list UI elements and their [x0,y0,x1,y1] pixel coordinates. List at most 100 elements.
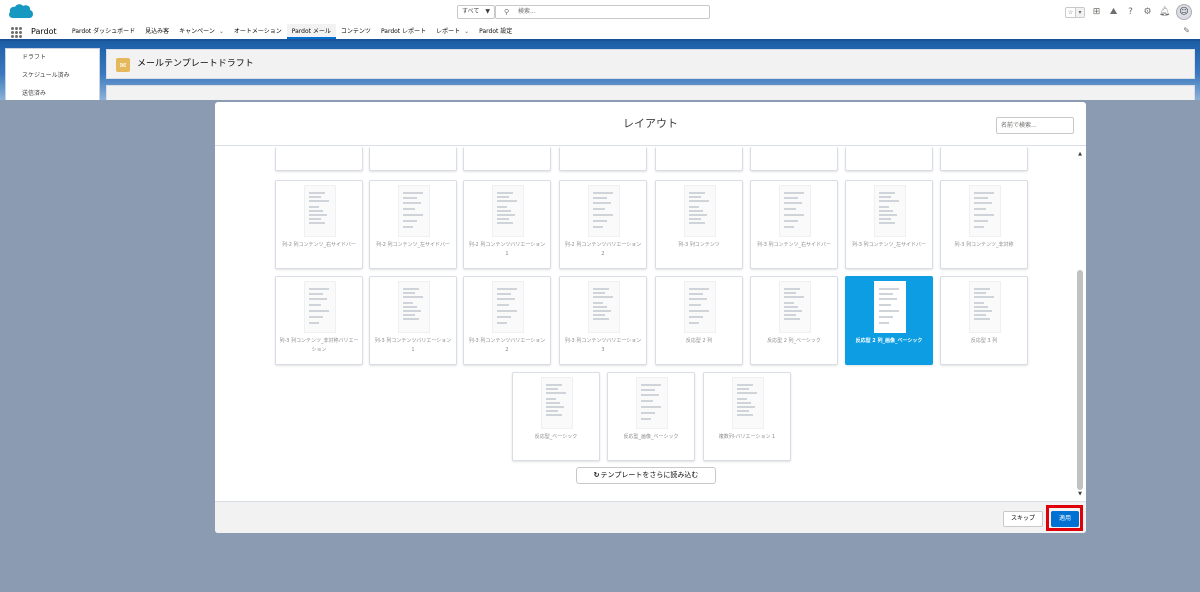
nav-item[interactable]: レポート ⌄ [431,24,474,39]
template-tile[interactable]: 列-2 列コンテンツバリエーション 1 [463,180,551,269]
template-thumbnail [969,281,1001,333]
template-thumbnail [874,185,906,237]
template-tile[interactable]: 反応型_ベーシック [512,372,600,461]
template-tile-label: 列-3 列コンテンツ [678,242,720,248]
template-tile-label: 列-2 列コンテンツ_右サイドバー [281,242,357,248]
sidebar-item[interactable]: スケジュール済み [6,67,99,85]
sidebar-item[interactable]: ドラフト [6,49,99,67]
load-more-templates-button[interactable]: ↻テンプレートをさらに読み込む [576,467,716,484]
scroll-up-icon[interactable]: ▲ [1076,150,1084,158]
template-tile[interactable]: 列-2 列コンテンツ_右サイドバー [275,180,363,269]
template-tile[interactable]: 列-2 列コンテンツバリエーション 2 [559,180,647,269]
favorites-menu-icon[interactable]: ▾ [1075,7,1084,17]
template-tile[interactable]: 反応型 2 列_画像_ベーシック [845,276,933,365]
template-tile[interactable] [940,147,1028,171]
template-thumbnail [492,185,524,237]
global-search-input[interactable]: ⚲ 検索... [495,5,710,19]
template-tile[interactable]: 反応型 2 列 [655,276,743,365]
template-tile[interactable] [845,147,933,171]
apply-button-highlight [1046,505,1083,531]
nav-item[interactable]: Pardot レポート [376,24,431,39]
edit-nav-icon[interactable]: ✎ [1183,26,1190,35]
template-tile[interactable] [559,147,647,171]
template-tile[interactable] [463,147,551,171]
nav-item[interactable]: 見込み客 [140,24,174,39]
template-search-input[interactable]: 名前で検索... [996,117,1074,134]
nav-item-label: Pardot ダッシュボード [72,28,136,35]
template-tile[interactable]: 列-3 列コンテンツ_非対称 [940,180,1028,269]
nav-item-label: コンテンツ [340,28,371,35]
favorites-group[interactable]: ☆ ▾ [1065,6,1085,18]
salesforce-logo[interactable] [8,3,34,20]
template-tile[interactable]: 列-2 列コンテンツ_左サイドバー [369,180,457,269]
template-tile[interactable] [750,147,838,171]
template-thumbnail [779,185,811,237]
template-thumbnail [398,281,430,333]
global-add-icon[interactable]: ⊞ [1091,7,1102,18]
star-icon[interactable]: ☆ [1066,8,1075,17]
template-tile[interactable]: 反応型 3 列 [940,276,1028,365]
template-tile[interactable] [655,147,743,171]
template-tile-label: 列-3 列コンテンツバリエーション 2 [468,338,546,353]
template-thumbnail [636,377,668,429]
search-scope-select[interactable]: すべて ▼ [457,5,495,19]
template-tile[interactable]: 列-3 列コンテンツバリエーション 3 [559,276,647,365]
help-icon[interactable]: ? [1125,7,1136,18]
chevron-down-icon[interactable]: ⌄ [464,28,469,35]
template-tile[interactable]: 列-3 列コンテンツ_右サイドバー [750,180,838,269]
template-tile[interactable]: 列-3 列コンテンツバリエーション 2 [463,276,551,365]
nav-item-label: Pardot 設定 [479,28,513,35]
template-tile[interactable]: 複数列-バリエーション 1 [703,372,791,461]
template-tile-label: 列-3 列コンテンツ_左サイドバー [851,242,927,248]
template-tile[interactable]: 反応型 2 列_ベーシック [750,276,838,365]
template-tile[interactable]: 反応型_画像_ベーシック [607,372,695,461]
template-thumbnail [874,281,906,333]
template-thumbnail [732,377,764,429]
template-tile-label: 複数列-バリエーション 1 [718,434,776,440]
template-tile-label: 列-3 列コンテンツバリエーション 3 [564,338,642,353]
app-launcher-icon[interactable] [11,27,22,38]
template-tile-label: 反応型 3 列 [970,338,998,344]
template-thumbnail [304,185,336,237]
user-avatar[interactable]: ☺ [1176,4,1192,20]
template-tile-label: 列-3 列コンテンツバリエーション 1 [374,338,452,353]
nav-item[interactable]: キャンペーン ⌄ [174,24,229,39]
template-tile[interactable] [369,147,457,171]
template-tile-label: 反応型_画像_ベーシック [623,434,679,440]
nav-item-label: キャンペーン [179,28,215,35]
template-thumbnail [492,281,524,333]
modal-footer: スキップ 適用 [215,501,1086,533]
nav-items: Pardot ダッシュボード 見込み客 キャンペーン ⌄ オートメーション Pardot … [67,24,517,39]
skip-button[interactable]: スキップ [1003,511,1043,527]
bell-icon[interactable]: 🔔︎ [1159,7,1170,18]
nav-item[interactable]: オートメーション [229,24,287,39]
load-more-label: テンプレートをさらに読み込む [600,471,699,479]
email-template-icon: ✉ [116,58,130,72]
app-name: Pardot [31,27,57,36]
template-tile-label: 列-3 列コンテンツ_右サイドバー [756,242,832,248]
chevron-down-icon[interactable]: ⌄ [219,28,224,35]
template-tile-label: 列-3 列コンテンツ_非対称 [954,242,1014,248]
scroll-down-icon[interactable]: ▼ [1076,490,1084,498]
template-tile[interactable] [275,147,363,171]
template-tile[interactable]: 列-3 列コンテンツ [655,180,743,269]
template-tile[interactable]: 列-3 列コンテンツ_左サイドバー [845,180,933,269]
nav-item[interactable]: Pardot ダッシュボード [67,24,140,39]
gallery-scrollbar[interactable]: ▲ ▼ [1076,150,1084,498]
trailhead-icon[interactable]: ⛰ [1108,7,1119,18]
nav-item[interactable]: コンテンツ [336,24,376,39]
nav-item[interactable]: Pardot メール [286,24,336,39]
nav-item[interactable]: Pardot 設定 [474,24,517,39]
gear-icon[interactable]: ⚙ [1142,7,1153,18]
template-tile[interactable]: 列-3 列コンテンツ_非対称バリエーション [275,276,363,365]
global-search-placeholder: 検索... [518,8,536,15]
template-tile-label: 列-2 列コンテンツバリエーション 1 [468,242,546,257]
template-tile[interactable]: 列-3 列コンテンツバリエーション 1 [369,276,457,365]
template-tile-label: 反応型_ベーシック [534,434,578,440]
nav-item-label: オートメーション [233,28,282,35]
template-thumbnail [779,281,811,333]
chevron-down-icon: ▼ [485,8,490,15]
template-thumbnail [588,185,620,237]
scroll-thumb[interactable] [1077,270,1083,490]
search-scope-label: すべて [462,8,480,15]
